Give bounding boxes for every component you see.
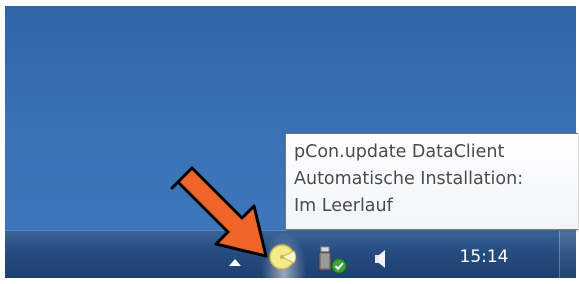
safely-remove-hardware-button[interactable]: [316, 245, 350, 275]
taskbar-clock[interactable]: 15:14: [449, 246, 519, 268]
taskbar: 15:14: [5, 230, 576, 278]
tooltip-status-label: Automatische Installation:: [294, 169, 524, 189]
show-desktop-button[interactable]: [559, 231, 576, 278]
speaker-icon: [375, 250, 385, 268]
tooltip-title: pCon.update DataClient: [294, 142, 505, 162]
volume-button[interactable]: [373, 248, 391, 270]
usb-safely-remove-icon: [318, 246, 347, 274]
tray-tooltip: pCon.update DataClient Automatische Inst…: [285, 133, 578, 230]
screenshot-frame: 15:14 pCon.update DataClient Automatisch…: [0, 0, 579, 284]
arrow-pointer-icon: [170, 166, 268, 258]
tooltip-status-value: Im Leerlauf: [294, 196, 393, 216]
